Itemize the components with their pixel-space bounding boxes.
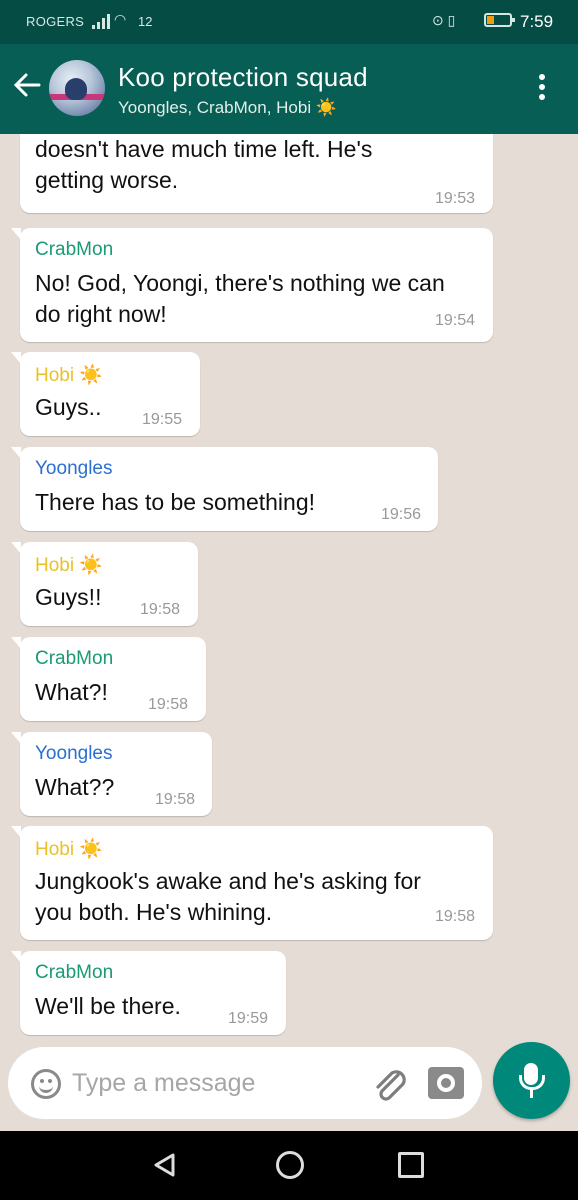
message-time: 19:58 <box>148 696 189 713</box>
paperclip-icon[interactable] <box>370 1065 410 1103</box>
clock: 7:59 <box>520 12 554 31</box>
nav-back-icon[interactable] <box>152 1152 178 1178</box>
network-indicator: 12 <box>138 14 153 29</box>
message-bubble[interactable]: CrabMon We'll be there. 19:59 <box>11 951 286 1035</box>
system-nav-bar <box>0 1131 578 1200</box>
message-bubble[interactable]: about why he left for so long, Junghyun … <box>20 134 493 213</box>
camera-icon[interactable] <box>428 1067 464 1099</box>
message-input[interactable]: Type a message <box>72 1069 255 1098</box>
message-sender: CrabMon <box>35 648 114 669</box>
back-arrow-icon[interactable] <box>12 70 42 105</box>
message-bubble[interactable]: Yoongles There has to be something! 19:5… <box>11 447 438 531</box>
message-bubble[interactable]: Hobi ☀️ Guys!! 19:58 <box>11 542 198 626</box>
wifi-icon: ◠ <box>114 11 127 27</box>
nav-home-icon[interactable] <box>276 1151 304 1179</box>
message-time: 19:59 <box>228 1010 269 1027</box>
message-text: about why he left for so long, Junghyun … <box>35 136 373 193</box>
message-time: 19:58 <box>435 908 476 925</box>
signal-icon <box>92 14 110 29</box>
message-text: No! God, Yoongi, there's nothing we can … <box>35 270 445 327</box>
emoji-icon[interactable] <box>31 1069 61 1099</box>
message-text: Jungkook's awake and he's asking for you… <box>35 868 421 925</box>
message-list[interactable]: about why he left for so long, Junghyun … <box>0 134 578 1050</box>
group-avatar[interactable] <box>49 60 105 116</box>
message-composer[interactable]: Type a message <box>8 1047 482 1119</box>
message-bubble[interactable]: CrabMon What?! 19:58 <box>11 637 206 721</box>
chat-title[interactable]: Koo protection squad <box>118 62 368 93</box>
message-time: 19:58 <box>140 601 181 618</box>
message-text: What?? <box>35 774 115 800</box>
message-time: 19:55 <box>142 411 183 428</box>
message-sender: CrabMon <box>35 239 114 260</box>
message-sender: CrabMon <box>35 962 114 983</box>
message-sender: Yoongles <box>35 458 113 479</box>
message-time: 19:58 <box>155 791 196 808</box>
more-options-icon[interactable] <box>532 74 552 106</box>
message-time: 19:53 <box>435 190 476 207</box>
chat-header: Koo protection squad Yoongles, CrabMon, … <box>0 44 578 134</box>
message-time: 19:54 <box>435 312 476 329</box>
message-bubble[interactable]: CrabMon No! God, Yoongi, there's nothing… <box>11 228 493 342</box>
message-bubble[interactable]: Hobi ☀️ Jungkook's awake and he's asking… <box>11 826 493 940</box>
vibrate-icon: ⊙ ▯ <box>432 12 456 28</box>
status-bar: ROGERS ◠ 12 ⊙ ▯ 7:59 <box>0 0 578 44</box>
message-text: We'll be there. <box>35 993 181 1019</box>
message-text: There has to be something! <box>35 489 315 515</box>
chat-participants[interactable]: Yoongles, CrabMon, Hobi ☀️ <box>118 98 337 118</box>
message-text: Guys!! <box>35 584 102 610</box>
message-sender: Hobi ☀️ <box>35 555 104 576</box>
message-sender: Hobi ☀️ <box>35 839 104 860</box>
microphone-button[interactable] <box>493 1042 570 1119</box>
message-bubble[interactable]: Yoongles What?? 19:58 <box>11 732 212 816</box>
message-time: 19:56 <box>381 506 422 523</box>
battery-icon <box>484 13 515 27</box>
message-sender: Hobi ☀️ <box>35 365 104 386</box>
message-sender: Yoongles <box>35 743 113 764</box>
message-bubble[interactable]: Hobi ☀️ Guys.. 19:55 <box>11 352 200 436</box>
carrier-name: ROGERS <box>26 14 85 29</box>
message-text: Guys.. <box>35 394 102 420</box>
nav-recents-icon[interactable] <box>398 1152 424 1178</box>
message-text: What?! <box>35 679 108 705</box>
